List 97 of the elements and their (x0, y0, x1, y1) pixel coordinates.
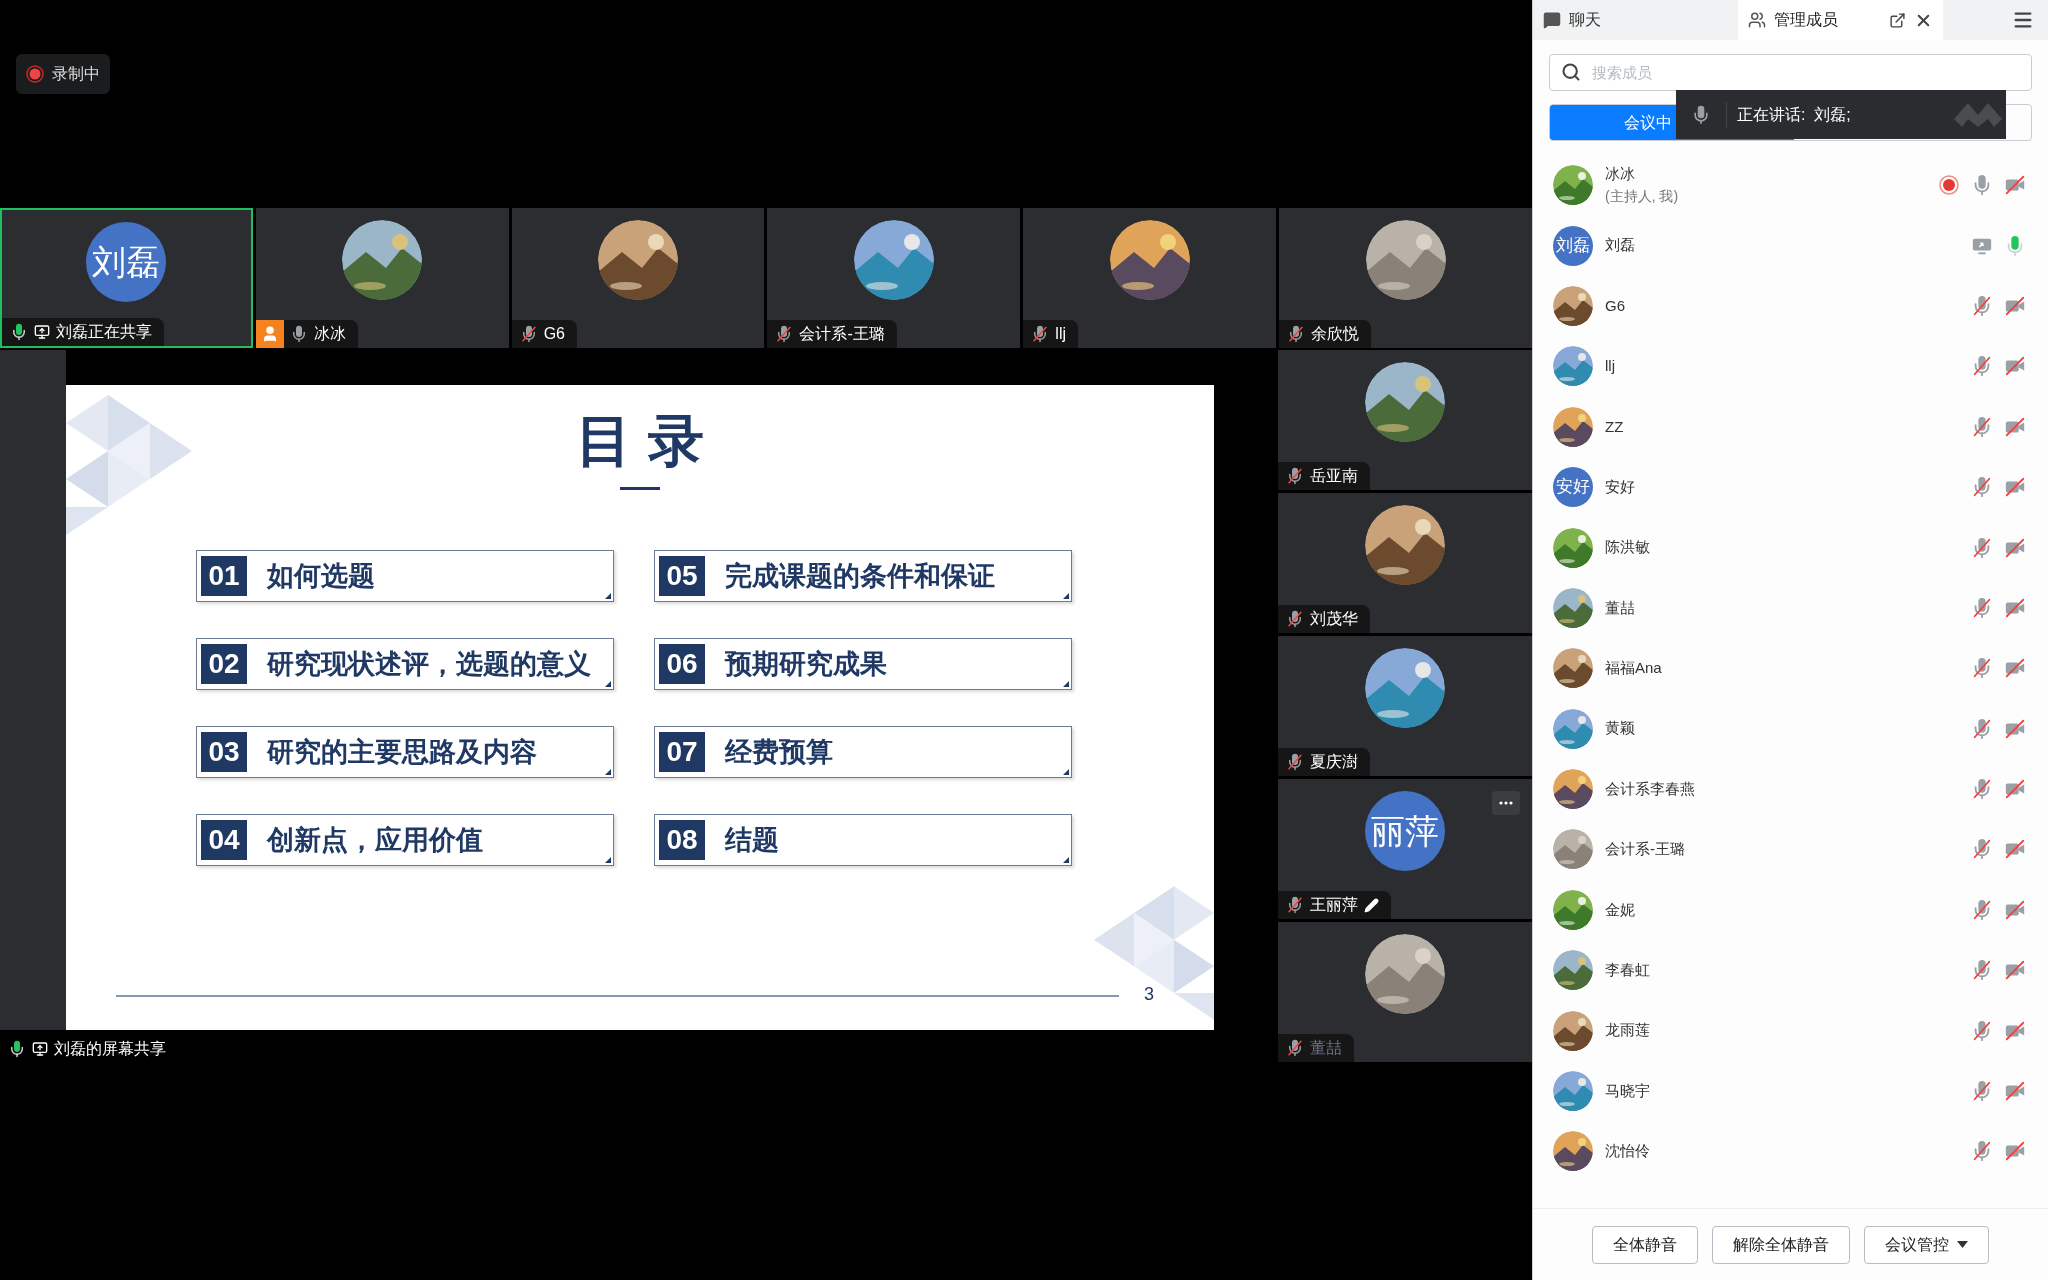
panel-tab[interactable]: 管理成员 (1738, 0, 1943, 40)
member-row[interactable]: 龙雨莲 (1533, 1000, 2048, 1061)
participant-name: 冰冰 (313, 324, 346, 344)
member-name: 刘磊 (1605, 235, 1636, 256)
member-name: llj (1605, 356, 1616, 377)
more-icon (1499, 801, 1513, 805)
item-title: 结题 (725, 823, 779, 857)
item-number: 02 (208, 647, 240, 681)
participant-name: 余欣悦 (1311, 324, 1360, 344)
logo-watermark-icon (1954, 102, 2002, 127)
footer-button[interactable]: 解除全体静音 (1712, 1225, 1850, 1264)
member-row[interactable]: 会计系李春燕 (1533, 758, 2048, 820)
pop-out-icon[interactable] (1889, 11, 1906, 29)
member-row[interactable]: 陈洪敏 (1533, 517, 2048, 578)
member-name: 陈洪敏 (1605, 537, 1651, 558)
item-title: 完成课题的条件和保证 (725, 559, 995, 593)
member-name: 冰冰 (1605, 164, 1636, 185)
participant-name: G6 (543, 324, 565, 344)
member-name: 会计系李春燕 (1605, 778, 1696, 799)
panel-tab[interactable]: 聊天 (1533, 0, 1738, 40)
item-title: 预期研究成果 (725, 647, 887, 681)
page-number: 3 (1144, 983, 1154, 1006)
video-tile[interactable]: llj (1023, 208, 1277, 348)
participant-name: 刘茂华 (1310, 609, 1358, 629)
video-tile[interactable]: 丽萍 王丽萍 (1278, 779, 1532, 919)
item-title: 研究现状述评，选题的意义 (267, 647, 591, 681)
video-tile[interactable]: 会计系-王璐 (767, 208, 1021, 348)
item-number: 05 (666, 559, 698, 593)
participant-name: llj (1055, 324, 1066, 344)
chat-icon (1543, 11, 1561, 29)
share-label: 刘磊的屏幕共享 (54, 1039, 166, 1059)
member-row[interactable]: 安好 安好 (1533, 456, 2048, 518)
menu-icon[interactable] (2012, 9, 2034, 31)
member-row[interactable]: 沈怡伶 (1533, 1121, 2048, 1182)
video-tile[interactable]: 岳亚南 (1278, 350, 1532, 490)
slide-title: 目 录 (576, 413, 704, 469)
item-title: 研究的主要思路及内容 (267, 735, 537, 769)
item-number: 01 (208, 559, 240, 593)
participant-name: 夏庆澍 (1310, 752, 1358, 772)
member-row[interactable]: 马晓宇 (1533, 1060, 2048, 1122)
member-name: 沈怡伶 (1605, 1141, 1651, 1162)
video-tile[interactable]: 夏庆澍 (1278, 636, 1532, 776)
video-tile[interactable]: 董喆 (1278, 922, 1532, 1062)
item-number: 04 (208, 823, 240, 857)
member-name: ZZ (1605, 416, 1625, 437)
member-row[interactable]: 黄颖 (1533, 698, 2048, 759)
recording-badge: 录制中 (16, 54, 110, 94)
participant-name: 董喆 (1310, 1038, 1342, 1058)
member-row[interactable]: G6 (1533, 275, 2048, 337)
footer-button[interactable]: 全体静音 (1592, 1225, 1698, 1264)
item-title: 如何选题 (267, 559, 375, 593)
member-row[interactable]: 会计系-王璐 (1533, 819, 2048, 880)
member-name: 金妮 (1605, 899, 1636, 920)
item-number: 08 (666, 823, 698, 857)
member-name: 黄颖 (1605, 718, 1636, 739)
more-button[interactable] (1492, 791, 1520, 815)
member-name: 董喆 (1605, 597, 1636, 618)
member-row[interactable]: llj (1533, 336, 2048, 397)
item-number: 06 (666, 647, 698, 681)
footer-button[interactable]: 会议管控 (1864, 1225, 1989, 1264)
member-role: (主持人, 我) (1605, 186, 1680, 206)
member-row[interactable]: 冰冰 (主持人, 我) (1533, 155, 2048, 216)
member-row[interactable]: ZZ (1533, 396, 2048, 457)
mic-icon (1691, 104, 1711, 125)
members-icon (1748, 11, 1766, 29)
member-name: 安好 (1605, 476, 1636, 497)
participant-name: 王丽萍 (1310, 895, 1358, 915)
video-tile[interactable]: G6 (511, 208, 765, 348)
member-row[interactable]: 福福Ana (1533, 638, 2048, 699)
member-row[interactable]: 金妮 (1533, 879, 2048, 941)
search-icon (1561, 62, 1581, 82)
member-name: 会计系-王璐 (1605, 839, 1686, 860)
item-number: 03 (208, 735, 240, 769)
member-name: 李春虹 (1605, 960, 1651, 980)
member-name: G6 (1605, 295, 1626, 316)
member-row[interactable]: 刘磊 刘磊 (1533, 215, 2048, 276)
member-name: 龙雨莲 (1605, 1020, 1651, 1041)
video-tile[interactable]: 余欣悦 (1279, 208, 1532, 348)
video-tile[interactable]: 刘茂华 (1278, 493, 1532, 633)
participant-name: 会计系-王璐 (799, 324, 885, 344)
avatar-initials: 刘磊 (86, 222, 167, 302)
item-title: 创新点，应用价值 (267, 823, 483, 857)
video-tile[interactable]: 冰冰 (255, 208, 509, 348)
avatar-initials: 安好 (1553, 467, 1593, 508)
search-field[interactable]: 搜索成员 (1549, 54, 2032, 91)
avatar-initials: 丽萍 (1365, 791, 1445, 871)
video-tile[interactable]: 刘磊 刘磊正在共享 (0, 208, 253, 348)
edit-icon[interactable] (1364, 897, 1379, 913)
participant-name: 刘磊正在共享 (56, 322, 152, 342)
member-row[interactable]: 董喆 (1533, 577, 2048, 639)
member-row[interactable]: 李春虹 (1533, 940, 2048, 1001)
item-title: 经费预算 (725, 735, 833, 769)
item-number: 07 (666, 735, 698, 769)
member-name: 福福Ana (1605, 658, 1663, 679)
participant-name: 岳亚南 (1310, 466, 1358, 486)
member-name: 马晓宇 (1605, 1080, 1651, 1101)
avatar-initials: 刘磊 (1553, 225, 1593, 266)
